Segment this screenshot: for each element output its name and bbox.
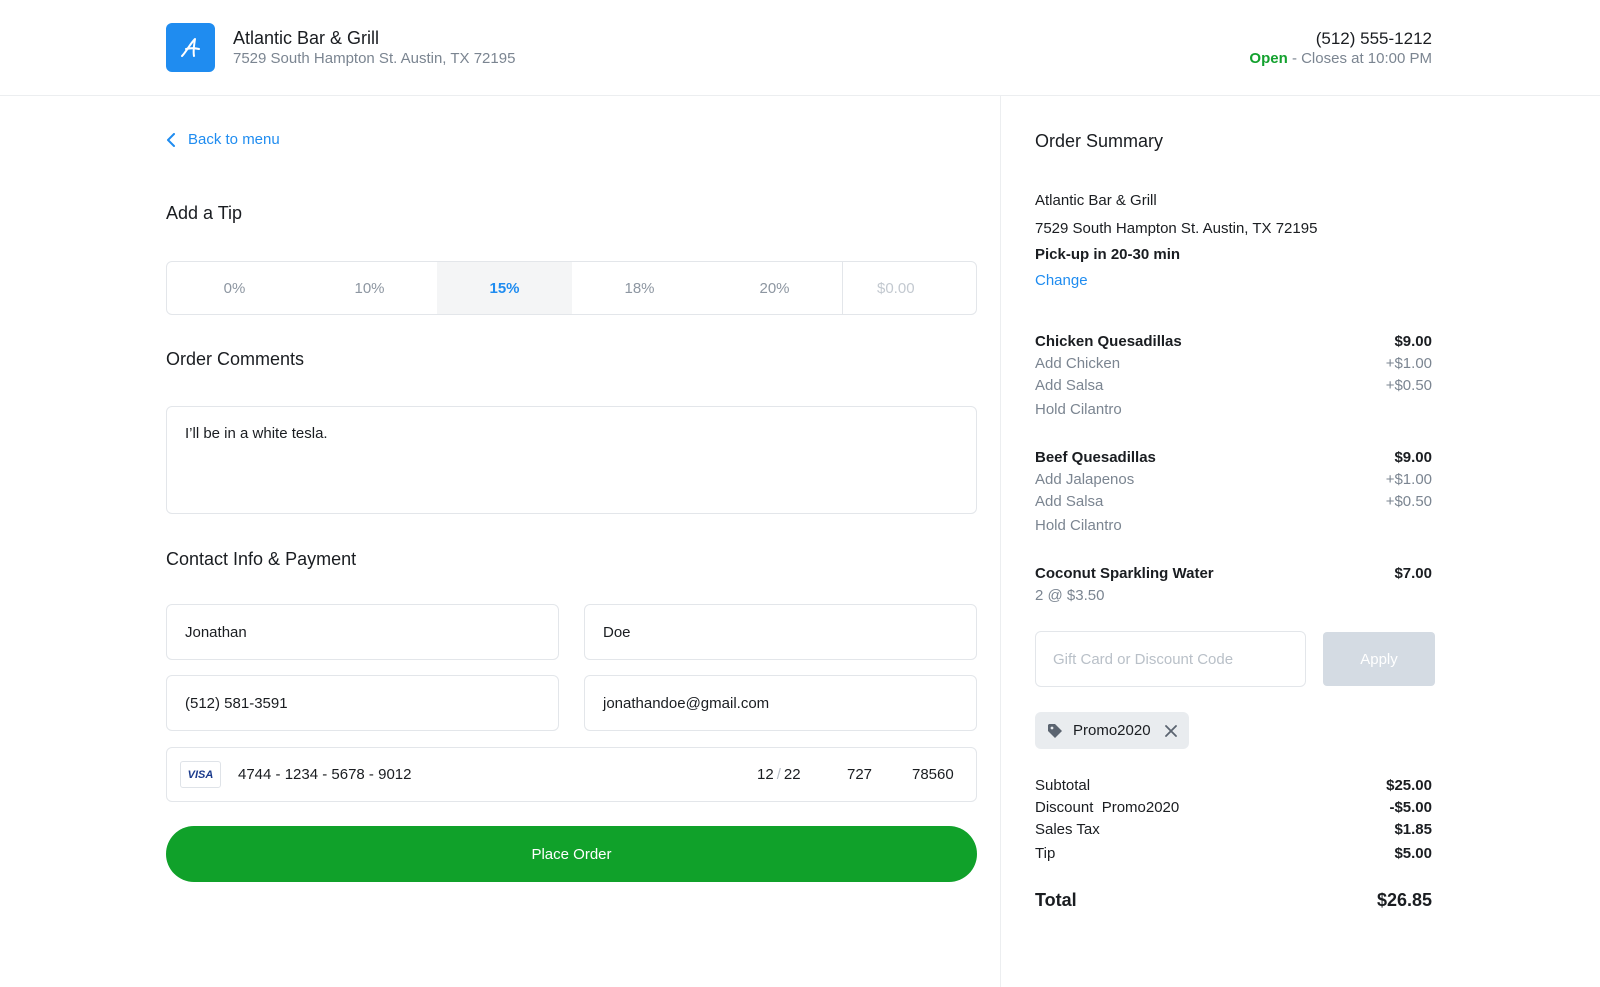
tag-icon bbox=[1048, 723, 1062, 738]
contact-section-title: Contact Info & Payment bbox=[166, 549, 357, 569]
first-name-field[interactable]: Jonathan bbox=[166, 604, 559, 660]
tip-option-18[interactable]: 18% bbox=[572, 262, 707, 314]
last-name-field[interactable]: Doe bbox=[584, 604, 977, 660]
column-divider bbox=[1000, 96, 1001, 987]
total-value: $26.85 bbox=[1376, 890, 1432, 910]
order-item-name: Chicken Quesadillas bbox=[1035, 333, 1182, 350]
item-modifier: Add Chicken bbox=[1035, 355, 1121, 372]
script-a-logo-icon[interactable] bbox=[166, 23, 215, 72]
restaurant-phone[interactable]: (512) 555-1212 bbox=[1316, 29, 1432, 49]
card-expiry-field[interactable]: 12/22 bbox=[757, 766, 801, 783]
email-field[interactable]: jonathandoe@gmail.com bbox=[584, 675, 977, 731]
exp-year: 22 bbox=[783, 766, 801, 783]
order-item-name: Coconut Sparkling Water bbox=[1035, 565, 1214, 582]
restaurant-name: Atlantic Bar & Grill bbox=[233, 28, 380, 48]
card-number-field[interactable]: 4744 - 1234 - 5678 - 9012 bbox=[238, 766, 411, 783]
item-modifier: Add Salsa bbox=[1035, 377, 1104, 394]
tip-option-10[interactable]: 10% bbox=[302, 262, 437, 314]
place-order-button[interactable]: Place Order bbox=[166, 826, 977, 882]
order-item-price: $9.00 bbox=[1394, 333, 1432, 350]
apply-code-button[interactable]: Apply bbox=[1323, 632, 1435, 686]
item-quantity: 2 @ $3.50 bbox=[1035, 587, 1105, 604]
order-item-name: Beef Quesadillas bbox=[1035, 449, 1156, 466]
exp-month: 12 bbox=[757, 766, 774, 783]
item-modifier: Add Jalapenos bbox=[1035, 471, 1135, 488]
discount-code-input[interactable]: Gift Card or Discount Code bbox=[1035, 631, 1306, 687]
item-modifier-price: +$1.00 bbox=[1385, 355, 1432, 372]
tip-selector: 0% 10% 15% 18% 20% $0.00 bbox=[166, 261, 977, 315]
visa-card-icon: VISA bbox=[180, 761, 221, 788]
header: Atlantic Bar & Grill 7529 South Hampton … bbox=[0, 0, 1600, 96]
open-badge: Open bbox=[1249, 50, 1288, 67]
back-to-menu-link[interactable]: Back to menu bbox=[166, 131, 280, 148]
tip-value: $5.00 bbox=[1394, 845, 1432, 862]
card-cvc-field[interactable]: 727 bbox=[847, 766, 872, 783]
back-to-menu-label: Back to menu bbox=[188, 131, 280, 148]
phone-field[interactable]: (512) 581-3591 bbox=[166, 675, 559, 731]
item-modifier-price: +$0.50 bbox=[1385, 377, 1432, 394]
subtotal-label: Subtotal bbox=[1035, 777, 1091, 794]
custom-tip-input[interactable]: $0.00 bbox=[842, 262, 976, 314]
order-summary-title: Order Summary bbox=[1035, 131, 1164, 151]
discount-label: Discount Promo2020 bbox=[1035, 799, 1180, 816]
card-input[interactable]: VISA 4744 - 1234 - 5678 - 9012 12/22 727… bbox=[166, 747, 977, 802]
remove-promo-icon[interactable] bbox=[1164, 724, 1177, 737]
change-pickup-link[interactable]: Change bbox=[1035, 272, 1088, 289]
order-item-price: $7.00 bbox=[1394, 565, 1432, 582]
chevron-left-icon bbox=[167, 132, 175, 147]
discount-value: -$5.00 bbox=[1389, 799, 1432, 816]
tip-option-0[interactable]: 0% bbox=[167, 262, 302, 314]
sales-tax-label: Sales Tax bbox=[1035, 821, 1100, 838]
card-zip-field[interactable]: 78560 bbox=[912, 766, 954, 783]
order-item-price: $9.00 bbox=[1394, 449, 1432, 466]
summary-restaurant-name: Atlantic Bar & Grill bbox=[1035, 192, 1157, 209]
tip-section-title: Add a Tip bbox=[166, 203, 243, 223]
tip-option-20[interactable]: 20% bbox=[707, 262, 842, 314]
item-modifier: Hold Cilantro bbox=[1035, 401, 1122, 418]
closing-time: - Closes at 10:00 PM bbox=[1291, 50, 1432, 67]
item-modifier: Add Salsa bbox=[1035, 493, 1104, 510]
item-modifier-price: +$0.50 bbox=[1385, 493, 1432, 510]
restaurant-address: 7529 South Hampton St. Austin, TX 72195 bbox=[233, 50, 516, 67]
pickup-time: Pick-up in 20-30 min bbox=[1035, 246, 1181, 263]
exp-separator: / bbox=[776, 766, 781, 783]
applied-promo-chip: Promo2020 bbox=[1035, 712, 1189, 749]
subtotal-value: $25.00 bbox=[1386, 777, 1432, 794]
sales-tax-value: $1.85 bbox=[1394, 821, 1432, 838]
tip-option-15[interactable]: 15% bbox=[437, 262, 572, 314]
total-label: Total bbox=[1035, 890, 1077, 910]
promo-code-label: Promo2020 bbox=[1073, 722, 1151, 739]
open-status: Open - Closes at 10:00 PM bbox=[1249, 50, 1432, 67]
tip-label: Tip bbox=[1035, 845, 1056, 862]
item-modifier-price: +$1.00 bbox=[1385, 471, 1432, 488]
item-modifier: Hold Cilantro bbox=[1035, 517, 1122, 534]
comments-section-title: Order Comments bbox=[166, 349, 305, 369]
order-comments-textarea[interactable]: I’ll be in a white tesla. bbox=[166, 406, 977, 514]
summary-restaurant-address: 7529 South Hampton St. Austin, TX 72195 bbox=[1035, 220, 1318, 237]
